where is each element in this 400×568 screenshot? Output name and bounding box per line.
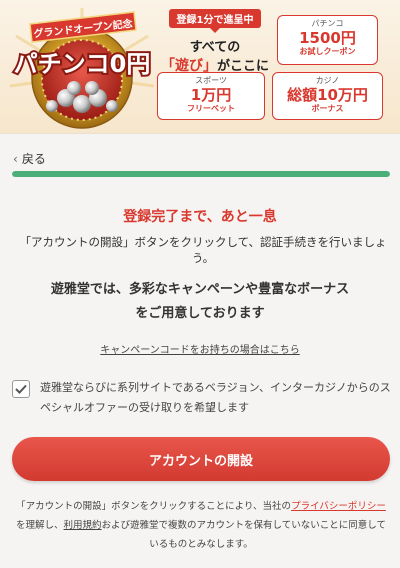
registration-pill: 登録1分で進呈中 [168,9,262,33]
promo-banner: グランドオープン記念 パチンコ0円 登録1分で進呈中 すべての 「遊び」がここに… [0,0,400,134]
promo-value: 総額10万円 [287,86,368,104]
privacy-policy-link[interactable]: プライバシーポリシー [291,501,386,512]
promo-card-pachinko: パチンコ 1500円 お試しクーポン [277,15,378,65]
terms-notice: 「アカウントの開設」ボタンをクリックすることにより、当社のプライバシーポリシーを… [14,497,388,554]
banner-headline: 登録1分で進呈中 すべての 「遊び」がここに [160,8,270,75]
progress-bar [12,171,390,177]
page-title: 登録完了まで、あと一息 [123,209,277,225]
promo-title: スポーツ [195,76,227,85]
pachinko-logo: グランドオープン記念 パチンコ0円 [9,8,155,129]
headline-line1: すべての [189,40,241,55]
progress-fill [12,171,390,177]
promo-card-sports: スポーツ 1万円 フリーベット [157,72,265,120]
terms-text-1: 「アカウントの開設」ボタンをクリックすることにより、当社の [16,501,292,512]
terms-of-use-link[interactable]: 利用規約 [64,520,102,531]
promo-subtitle: ボーナス [311,104,344,113]
open-account-button[interactable]: アカウントの開設 [12,437,390,481]
promo-value: 1500円 [299,29,356,47]
terms-text-2: を理解し、 [16,520,64,531]
logo-brand-text: パチンコ0円 [14,50,151,78]
offer-consent-checkbox[interactable] [12,380,30,398]
promo-subtitle: お試しクーポン [299,47,356,56]
campaign-code-link[interactable]: キャンペーンコードをお持ちの場合はこちら [0,341,400,356]
offer-consent-label: 遊雅堂ならびに系列サイトであるベラジョン、インターカジノからのスペシャルオファー… [40,381,391,414]
promo-card-casino: カジノ 総額10万円 ボーナス [272,72,383,120]
back-link[interactable]: ‹ 戻る [13,150,46,167]
back-label: 戻る [21,152,46,166]
promo-subtitle: フリーベット [187,104,235,113]
offer-consent: 遊雅堂ならびに系列サイトであるベラジョン、インターカジノからのスペシャルオファー… [12,378,392,418]
lead-text: 遊雅堂では、多彩なキャンペーンや豊富なボーナスをご用意しております [50,282,350,321]
instruction-text: 「アカウントの開設」ボタンをクリックして、認証手続きを行いましょう。 [19,235,387,265]
promo-title: パチンコ [311,19,344,28]
terms-text-3: および遊雅堂で複数のアカウントを保有していないことに同意しているものとみなします… [101,520,386,550]
chevron-left-icon: ‹ [13,151,18,166]
check-icon [15,384,27,394]
promo-title: カジノ [315,76,340,85]
promo-value: 1万円 [190,86,232,104]
